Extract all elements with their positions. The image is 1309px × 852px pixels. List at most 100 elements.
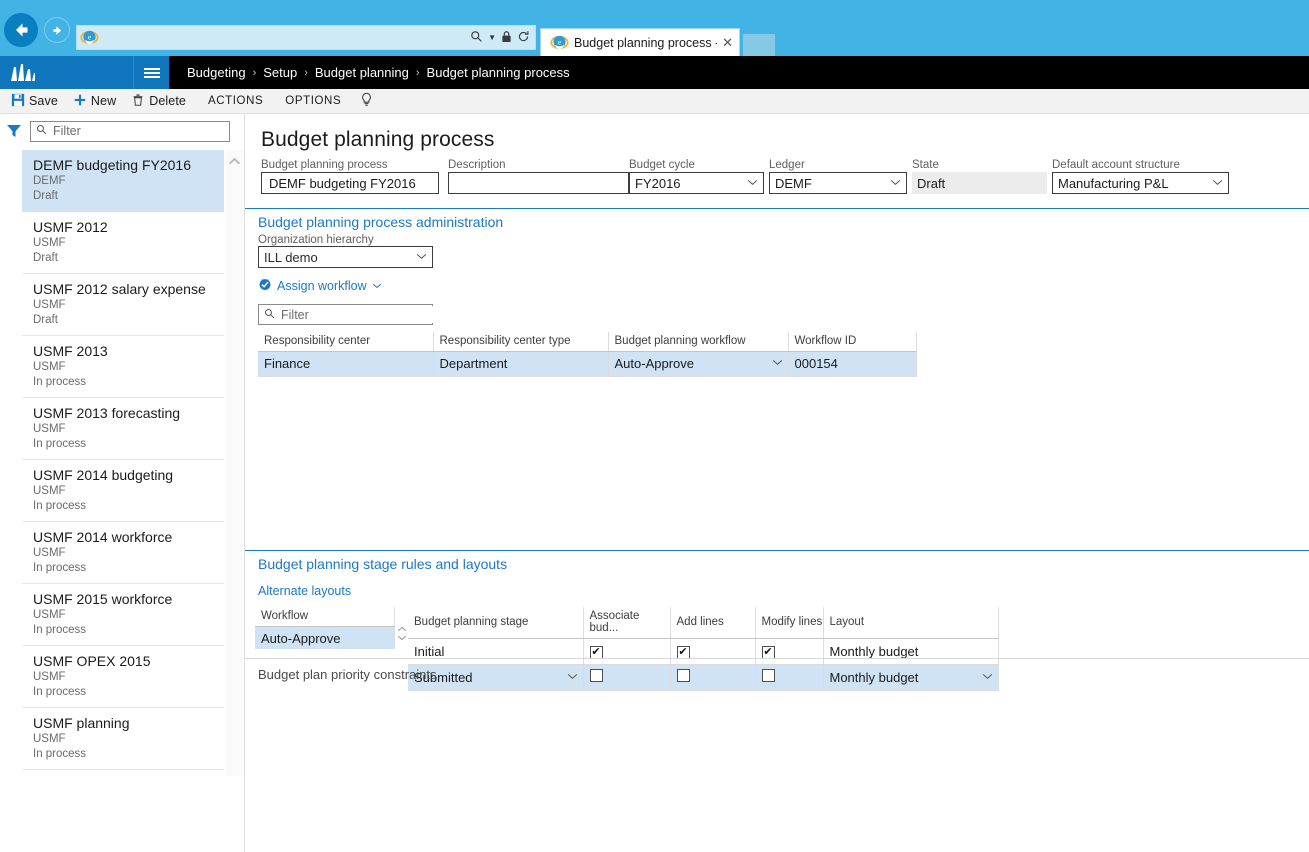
list-item[interactable]: DEMF budgeting FY2016 DEMF Draft — [22, 150, 224, 212]
admin-grid-filter-box[interactable] — [258, 304, 444, 325]
chevron-down-icon[interactable] — [397, 634, 407, 643]
browser-forward-button[interactable] — [44, 17, 70, 43]
search-icon — [36, 124, 47, 138]
chevron-down-icon — [412, 252, 427, 263]
close-icon[interactable]: ✕ — [722, 36, 733, 49]
chevron-down-icon[interactable]: ▼ — [488, 33, 496, 42]
dynamics-logo[interactable] — [0, 56, 133, 89]
budget-planning-process-value[interactable] — [267, 174, 447, 192]
assign-workflow-button[interactable]: Assign workflow — [258, 277, 382, 294]
breadcrumb-item-setup[interactable]: Setup — [263, 65, 297, 80]
list-filter-input[interactable] — [51, 122, 229, 140]
alternate-layouts-link[interactable]: Alternate layouts — [258, 584, 351, 598]
breadcrumb-item-budgeting[interactable]: Budgeting — [187, 65, 246, 80]
address-input[interactable] — [99, 27, 471, 48]
list-item[interactable]: USMF 2014 budgeting USMF In process — [22, 460, 224, 522]
breadcrumb-separator: › — [304, 66, 308, 79]
ledger-dropdown[interactable]: DEMF — [769, 172, 907, 194]
workflow-icon — [258, 277, 272, 294]
list-filter-row — [0, 114, 244, 148]
column-header-associate-budget[interactable]: Associate bud... — [583, 607, 671, 639]
budget-planning-process-input[interactable] — [261, 172, 447, 194]
delete-label: Delete — [149, 94, 186, 108]
save-button[interactable]: Save — [7, 89, 69, 114]
section-header-stage-rules[interactable]: Budget planning stage rules and layouts — [245, 550, 1309, 576]
breadcrumb-item-budget-planning-process[interactable]: Budget planning process — [427, 65, 570, 80]
column-header-budget-planning-workflow[interactable]: Budget planning workflow — [608, 332, 789, 352]
default-account-structure-dropdown[interactable]: Manufacturing P&L — [1052, 172, 1229, 194]
chevron-down-icon — [743, 178, 758, 189]
organization-hierarchy-dropdown[interactable]: ILL demo — [258, 246, 433, 268]
actions-menu-button[interactable]: ACTIONS — [197, 89, 274, 114]
browser-back-button[interactable] — [4, 13, 38, 47]
address-bar-icons: ▼ — [470, 30, 535, 45]
breadcrumb-item-budget-planning[interactable]: Budget planning — [315, 65, 409, 80]
delete-button[interactable]: Delete — [127, 89, 197, 114]
column-header-responsibility-center[interactable]: Responsibility center — [258, 332, 434, 352]
list-item[interactable]: USMF 2012 salary expense USMF Draft — [22, 274, 224, 336]
scroll-up-button[interactable] — [226, 152, 243, 170]
column-header-layout[interactable]: Layout — [823, 607, 999, 639]
record-status: Draft — [33, 252, 58, 264]
description-value[interactable] — [454, 174, 634, 192]
list-filter-box[interactable] — [30, 120, 230, 142]
admin-grid-filter-input[interactable] — [279, 306, 444, 323]
chevron-down-icon — [886, 178, 901, 189]
forward-arrow-icon — [52, 25, 61, 35]
column-header-modify-lines[interactable]: Modify lines — [755, 607, 824, 639]
column-header-add-lines[interactable]: Add lines — [670, 607, 756, 639]
description-input[interactable] — [448, 172, 634, 194]
cell-responsibility-center-type[interactable]: Department — [433, 351, 609, 377]
new-tab-button[interactable] — [743, 34, 775, 56]
table-header-row: Responsibility center Responsibility cen… — [258, 332, 917, 352]
cell-budget-planning-workflow[interactable]: Auto-Approve — [608, 351, 789, 377]
refresh-icon[interactable] — [517, 30, 530, 45]
workflow-row-auto-approve[interactable]: Auto-Approve — [255, 627, 395, 649]
column-header-workflow[interactable]: Workflow — [255, 607, 395, 627]
state-value-readonly: Draft — [912, 172, 1047, 194]
cell-responsibility-center[interactable]: Finance — [258, 351, 434, 377]
record-name: USMF 2014 workforce — [33, 529, 173, 545]
browser-tab[interactable]: e Budget planning process --... ✕ — [540, 28, 740, 56]
column-header-workflow-id[interactable]: Workflow ID — [788, 332, 917, 352]
navigation-menu-button[interactable] — [133, 56, 169, 89]
list-item[interactable]: USMF 2014 workforce USMF In process — [22, 522, 224, 584]
search-icon[interactable] — [470, 30, 483, 45]
record-status: Draft — [33, 314, 58, 326]
list-item[interactable]: USMF planning USMF In process — [22, 708, 224, 770]
column-header-responsibility-center-type[interactable]: Responsibility center type — [433, 332, 609, 352]
help-button[interactable] — [352, 89, 381, 114]
list-item[interactable]: USMF 2012 USMF Draft — [22, 212, 224, 274]
default-account-structure-value: Manufacturing P&L — [1058, 175, 1169, 191]
chevron-down-icon[interactable] — [768, 358, 788, 369]
record-company: USMF — [33, 423, 66, 435]
actions-label: ACTIONS — [207, 95, 264, 107]
record-company: USMF — [33, 733, 66, 745]
field-default-account-structure: Default account structure Manufacturing … — [1052, 158, 1229, 194]
column-header-budget-planning-stage[interactable]: Budget planning stage — [408, 607, 584, 639]
record-list[interactable]: DEMF budgeting FY2016 DEMF Draft USMF 20… — [22, 150, 224, 776]
cell-workflow-id[interactable]: 000154 — [788, 351, 917, 377]
budget-cycle-value: FY2016 — [635, 175, 681, 191]
table-row[interactable]: Finance Department Auto-Approve 000154 — [258, 351, 917, 377]
hamburger-icon — [143, 66, 160, 80]
filter-funnel-icon[interactable] — [6, 124, 22, 138]
section-header-priority-constraints[interactable]: Budget plan priority constraints — [245, 659, 436, 682]
list-item[interactable]: USMF 2013 USMF In process — [22, 336, 224, 398]
chevron-up-icon[interactable] — [397, 625, 407, 634]
record-list-panel: DEMF budgeting FY2016 DEMF Draft USMF 20… — [0, 114, 245, 852]
list-item[interactable]: USMF 2015 workforce USMF In process — [22, 584, 224, 646]
list-item[interactable]: USMF OPEX 2015 USMF In process — [22, 646, 224, 708]
ledger-value: DEMF — [775, 175, 812, 191]
address-bar[interactable]: e ▼ — [76, 25, 536, 50]
trash-icon — [131, 93, 145, 110]
record-status: In process — [33, 376, 87, 388]
record-list-scrollbar[interactable] — [226, 150, 243, 776]
new-button[interactable]: New — [69, 89, 127, 114]
field-label: Budget planning process — [261, 159, 388, 171]
page-title: Budget planning process — [261, 128, 495, 151]
section-header-administration[interactable]: Budget planning process administration — [245, 208, 1309, 234]
budget-cycle-dropdown[interactable]: FY2016 — [629, 172, 764, 194]
options-menu-button[interactable]: OPTIONS — [274, 89, 352, 114]
list-item[interactable]: USMF 2013 forecasting USMF In process — [22, 398, 224, 460]
